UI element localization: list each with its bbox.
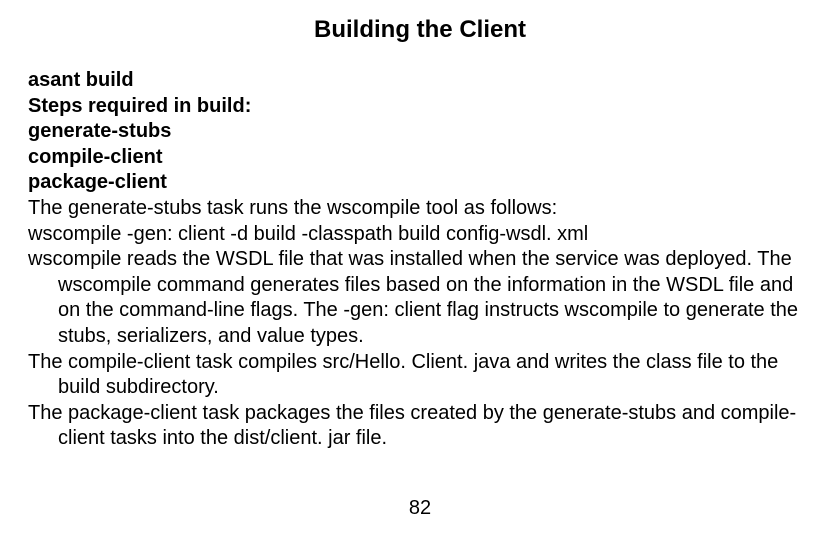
page-number: 82 — [0, 497, 840, 520]
slide-title: Building the Client — [28, 16, 812, 44]
line-compile-client-desc: The compile-client task compiles src/Hel… — [28, 350, 812, 401]
line-wscompile-explain: wscompile reads the WSDL file that was i… — [28, 247, 812, 349]
slide-body: asant build Steps required in build: gen… — [28, 68, 812, 452]
slide-page: Building the Client asant build Steps re… — [0, 0, 840, 540]
line-compile-client: compile-client — [28, 145, 812, 171]
line-package-client-desc: The package-client task packages the fil… — [28, 401, 812, 452]
line-wscompile-cmd: wscompile -gen: client -d build -classpa… — [28, 222, 812, 248]
line-package-client: package-client — [28, 170, 812, 196]
line-generate-stubs: generate-stubs — [28, 119, 812, 145]
line-asant-build: asant build — [28, 68, 812, 94]
line-generate-stubs-desc: The generate-stubs task runs the wscompi… — [28, 196, 812, 222]
line-steps-heading: Steps required in build: — [28, 94, 812, 120]
